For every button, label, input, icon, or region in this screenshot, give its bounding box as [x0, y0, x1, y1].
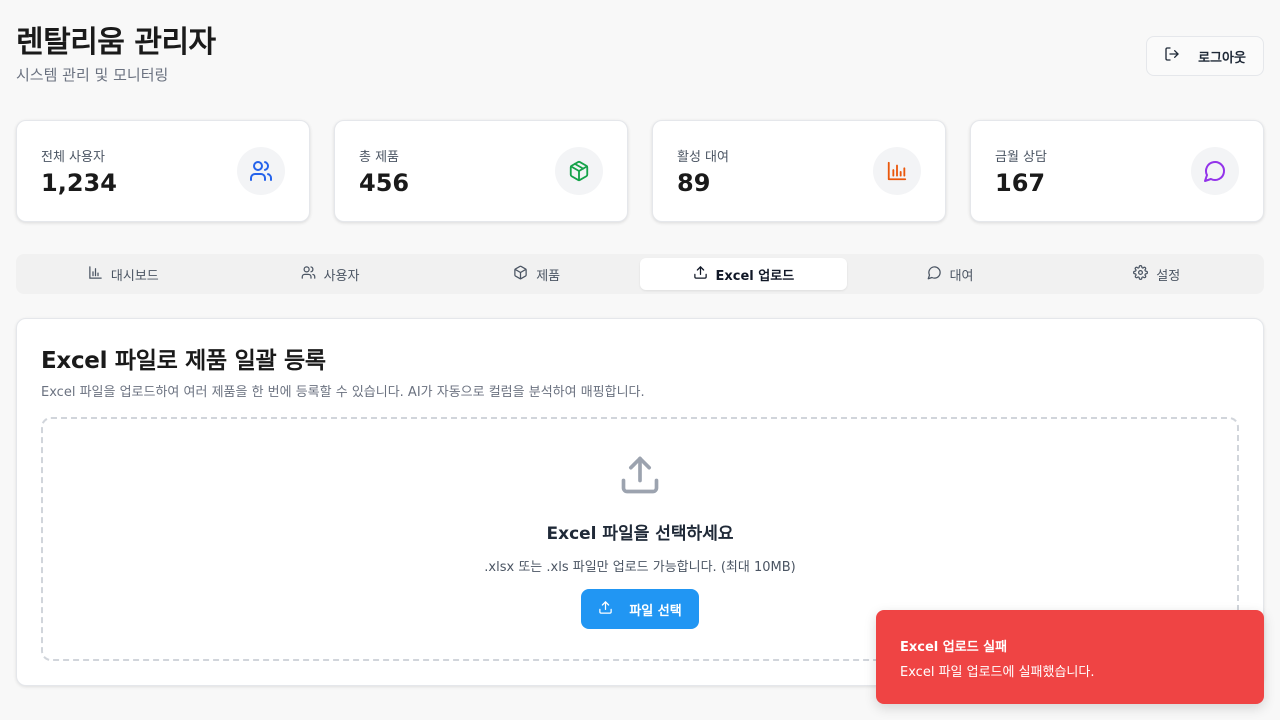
choose-file-label: 파일 선택 — [629, 603, 682, 619]
package-icon — [555, 147, 603, 195]
stat-value: 89 — [677, 168, 711, 197]
bar-chart-icon — [873, 147, 921, 195]
page-subtitle: 시스템 관리 및 모니터링 — [16, 66, 169, 84]
choose-file-button[interactable]: 파일 선택 — [581, 589, 699, 629]
message-icon — [1191, 147, 1239, 195]
upload-icon — [618, 453, 662, 501]
tab-settings[interactable]: 설정 — [1053, 258, 1260, 290]
logout-button[interactable]: 로그아웃 — [1146, 36, 1264, 76]
tab-excel-upload[interactable]: Excel 업로드 — [640, 258, 847, 290]
stats-row: 전체 사용자 1,234 총 제품 456 활성 대여 89 금월 상담 167 — [16, 120, 1264, 222]
upload-icon — [693, 265, 708, 284]
tab-label: 제품 — [536, 268, 561, 284]
bar-chart-icon — [88, 265, 103, 284]
tab-rentals[interactable]: 대여 — [847, 258, 1054, 290]
tab-label: Excel 업로드 — [715, 268, 795, 284]
error-toast[interactable]: Excel 업로드 실패 Excel 파일 업로드에 실패했습니다. — [876, 610, 1264, 704]
stat-label: 총 제품 — [359, 149, 400, 165]
stat-label: 전체 사용자 — [41, 149, 105, 165]
page-header: 렌탈리움 관리자 시스템 관리 및 모니터링 — [16, 24, 216, 85]
stat-value: 167 — [995, 168, 1046, 197]
logout-label: 로그아웃 — [1198, 50, 1246, 66]
tab-dashboard[interactable]: 대시보드 — [20, 258, 227, 290]
stat-label: 금월 상담 — [995, 149, 1047, 165]
stat-card-users: 전체 사용자 1,234 — [16, 120, 310, 222]
tab-users[interactable]: 사용자 — [227, 258, 434, 290]
stat-card-consultations: 금월 상담 167 — [970, 120, 1264, 222]
stat-card-products: 총 제품 456 — [334, 120, 628, 222]
users-icon — [301, 265, 316, 284]
page-title: 렌탈리움 관리자 — [16, 25, 216, 60]
users-icon — [237, 147, 285, 195]
tab-label: 설정 — [1156, 268, 1181, 284]
dropzone-title: Excel 파일을 선택하세요 — [546, 524, 734, 544]
stat-value: 1,234 — [41, 168, 117, 197]
panel-description: Excel 파일을 업로드하여 여러 제품을 한 번에 등록할 수 있습니다. … — [41, 385, 645, 400]
tab-label: 대여 — [949, 268, 974, 284]
tab-bar: 대시보드 사용자 제품 Excel 업로드 대여 설정 — [16, 254, 1264, 294]
stat-card-rentals: 활성 대여 89 — [652, 120, 946, 222]
stat-label: 활성 대여 — [677, 149, 729, 165]
tab-label: 사용자 — [323, 268, 360, 284]
dropzone-hint: .xlsx 또는 .xls 파일만 업로드 가능합니다. (최대 10MB) — [484, 560, 796, 575]
toast-message: Excel 파일 업로드에 실패했습니다. — [900, 665, 1095, 680]
panel-title: Excel 파일로 제품 일괄 등록 — [41, 348, 326, 374]
logout-icon — [1164, 46, 1180, 66]
tab-products[interactable]: 제품 — [433, 258, 640, 290]
upload-icon — [598, 600, 613, 619]
message-icon — [927, 265, 942, 284]
toast-title: Excel 업로드 실패 — [900, 640, 1008, 655]
tab-label: 대시보드 — [110, 268, 159, 284]
stat-value: 456 — [359, 168, 410, 197]
package-icon — [513, 265, 528, 284]
gear-icon — [1133, 264, 1149, 284]
